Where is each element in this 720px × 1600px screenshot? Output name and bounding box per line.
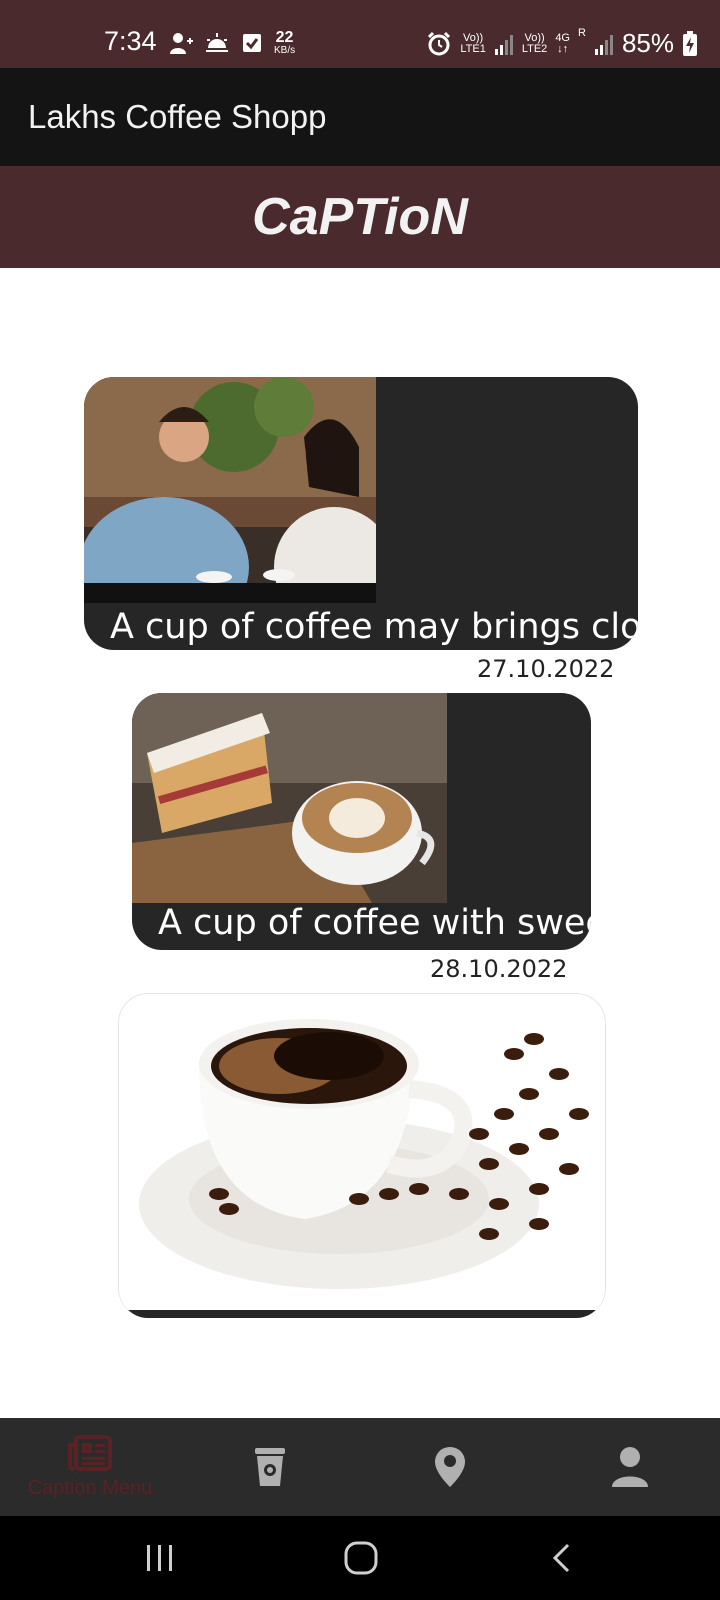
- person-icon: [612, 1447, 648, 1487]
- signal-icon: [494, 34, 513, 55]
- back-icon: [552, 1543, 570, 1573]
- post-caption-bar: [119, 1310, 605, 1318]
- post-date: 27.10.2022: [477, 655, 615, 683]
- data-arrows-icon: ↓↑: [557, 42, 569, 55]
- nav-item-coffee[interactable]: [230, 1418, 310, 1516]
- post-card[interactable]: A cup of coffee with sweets: [132, 693, 591, 950]
- battery-charging-icon: [683, 30, 697, 56]
- recent-apps-button[interactable]: [120, 1516, 200, 1600]
- app-bar: Lakhs Coffee Shopp: [0, 68, 720, 166]
- status-icons-right: Vo)) LTE1 Vo)) LTE2 4G ↓↑ R 85%: [426, 28, 698, 59]
- app-title: Lakhs Coffee Shopp: [28, 98, 327, 135]
- post-date: 28.10.2022: [430, 955, 568, 983]
- home-icon: [344, 1541, 378, 1575]
- post-caption: A cup of coffee with sweets: [158, 903, 591, 943]
- post-image: [119, 994, 605, 1310]
- coffee-cup-icon: [255, 1448, 285, 1486]
- status-icons-left: 22 KB/s: [168, 30, 295, 56]
- nav-item-profile[interactable]: [590, 1418, 670, 1516]
- newspaper-icon: [68, 1434, 112, 1471]
- nav-item-location[interactable]: [410, 1418, 490, 1516]
- home-button[interactable]: [321, 1516, 401, 1600]
- status-bar: 7:34 22 KB/s Vo)) LTE1 Vo)) LTE2 4G ↓↑ R…: [0, 0, 720, 68]
- page-title: CaPTioN: [252, 188, 468, 246]
- alarm-icon: [428, 31, 451, 55]
- post-image: [84, 377, 376, 603]
- post-image: [132, 693, 447, 903]
- network-type: 4G ↓↑: [555, 31, 570, 55]
- recent-apps-icon: [147, 1545, 172, 1571]
- post-caption: A cup of coffee may brings closer: [110, 607, 638, 647]
- sim1-label: Vo)) LTE1: [460, 31, 486, 55]
- person-add-icon: [170, 33, 193, 54]
- sim2-label: Vo)) LTE2: [521, 31, 548, 55]
- roaming-indicator: R: [578, 27, 586, 39]
- nav-item-caption-menu[interactable]: Caption Menu: [20, 1418, 160, 1516]
- status-time: 7:34: [104, 26, 157, 56]
- weather-icon: [206, 33, 228, 52]
- signal-icon: [594, 34, 613, 55]
- back-button[interactable]: [522, 1516, 602, 1600]
- battery-percent: 85%: [621, 28, 674, 58]
- location-pin-icon: [435, 1447, 465, 1487]
- post-card[interactable]: A cup of coffee may brings closer: [84, 377, 638, 650]
- net-speed: 22 KB/s: [274, 29, 296, 56]
- nav-label: Caption Menu: [27, 1476, 153, 1499]
- caption-header: CaPTioN: [0, 166, 720, 268]
- bottom-nav: Caption Menu: [0, 1418, 720, 1516]
- checkbox-icon: [243, 34, 261, 52]
- system-nav-bar: [0, 1516, 720, 1600]
- post-card[interactable]: [118, 993, 606, 1318]
